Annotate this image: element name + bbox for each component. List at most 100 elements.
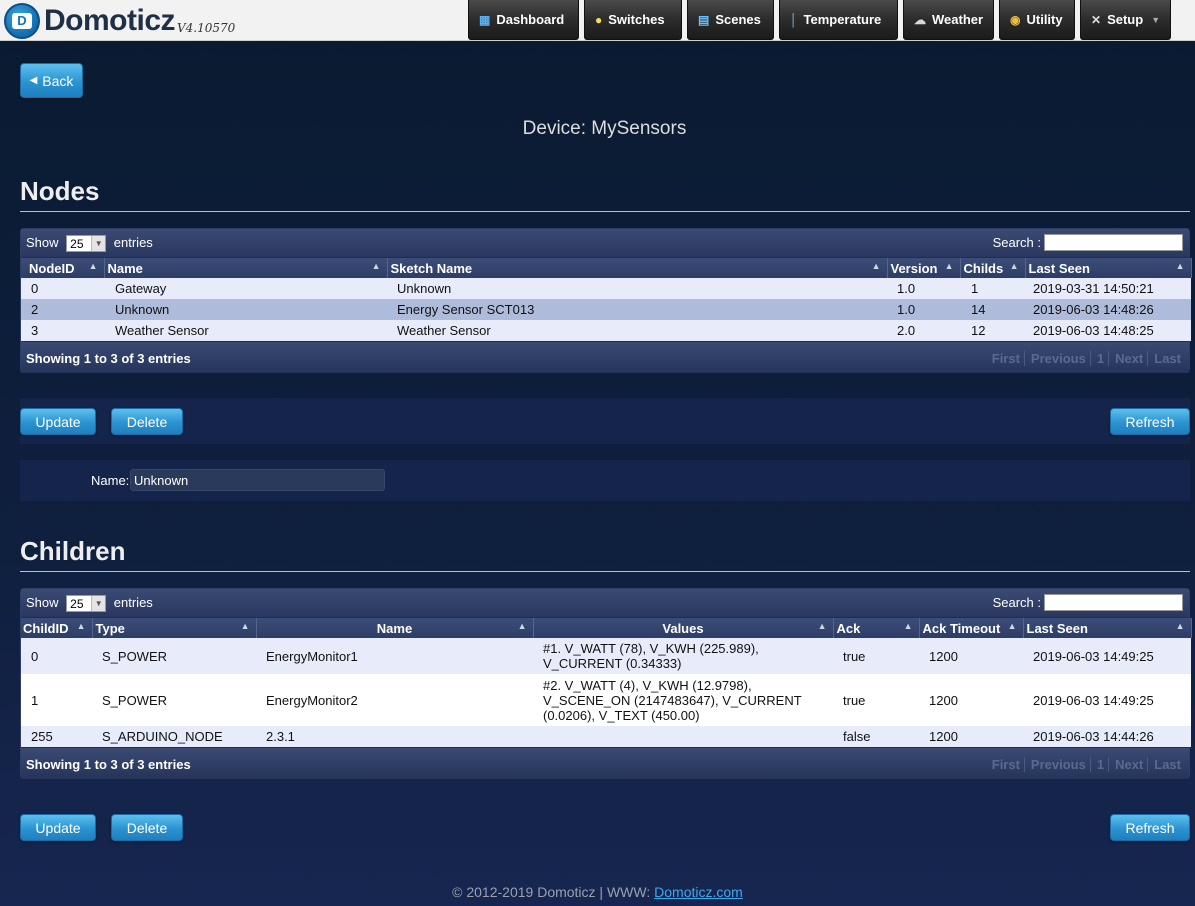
pager-previous[interactable]: Previous bbox=[1023, 351, 1086, 366]
sort-icon: ▲ bbox=[903, 621, 913, 631]
cell-sketch: Unknown bbox=[387, 278, 887, 299]
sort-icon: ▲ bbox=[88, 261, 98, 271]
sort-icon: ▲ bbox=[944, 261, 954, 271]
utility-icon: ◉ bbox=[1010, 12, 1021, 27]
cell-childid: 0 bbox=[21, 638, 92, 674]
children-refresh-button[interactable]: Refresh bbox=[1110, 814, 1190, 841]
cell-name: Weather Sensor bbox=[104, 320, 387, 341]
cell-values: #1. V_WATT (78), V_KWH (225.989), V_CURR… bbox=[533, 638, 833, 674]
scene-icon: ▤ bbox=[698, 12, 710, 27]
children-update-button[interactable]: Update bbox=[20, 814, 96, 841]
page-size-select[interactable]: 25 ▼ bbox=[66, 595, 107, 613]
table-header-row: NodeID ▲ Name ▲ Sketch Name ▲ Version ▲ Chil… bbox=[21, 258, 1192, 278]
cell-sketch: Energy Sensor SCT013 bbox=[387, 299, 887, 320]
nav-dashboard[interactable]: ▦ Dashboard bbox=[468, 0, 579, 40]
pager-last[interactable]: Last bbox=[1147, 351, 1181, 366]
cell-name: Gateway bbox=[104, 278, 387, 299]
pagination: First Previous 1 Next Last bbox=[982, 757, 1181, 772]
sort-icon: ▲ bbox=[1175, 261, 1185, 271]
search-input[interactable] bbox=[1044, 594, 1183, 611]
cell-last-seen: 2019-06-03 14:48:26 bbox=[1025, 299, 1191, 320]
col-nodeid[interactable]: NodeID ▲ bbox=[21, 258, 105, 278]
entries-label: entries bbox=[113, 235, 153, 250]
pager-previous[interactable]: Previous bbox=[1023, 757, 1086, 772]
node-name-field[interactable]: Unknown bbox=[130, 469, 385, 491]
app-logo[interactable]: D Domoticz V4.10570 bbox=[4, 2, 235, 40]
cell-childs: 14 bbox=[960, 299, 1025, 320]
show-label: Show bbox=[26, 595, 59, 610]
nodes-refresh-button[interactable]: Refresh bbox=[1110, 408, 1190, 435]
table-row[interactable]: 3 Weather Sensor Weather Sensor 2.0 12 2… bbox=[21, 320, 1191, 341]
cell-ack-timeout: 1200 bbox=[919, 726, 1023, 747]
sort-icon: ▲ bbox=[1007, 621, 1017, 631]
col-name[interactable]: Name ▲ bbox=[256, 618, 534, 638]
table-row[interactable]: 0 S_POWER EnergyMonitor1 #1. V_WATT (78)… bbox=[21, 638, 1191, 674]
table-row[interactable]: 255 S_ARDUINO_NODE 2.3.1 false 1200 2019… bbox=[21, 726, 1191, 747]
device-title: Device: MySensors bbox=[522, 118, 687, 139]
nav-temperature[interactable]: │ Temperature bbox=[779, 0, 898, 40]
app-version: V4.10570 bbox=[177, 21, 236, 35]
children-delete-button[interactable]: Delete bbox=[111, 814, 183, 841]
search-label: Search : bbox=[992, 235, 1041, 250]
pager-first[interactable]: First bbox=[992, 351, 1020, 366]
cell-last-seen: 2019-03-31 14:50:21 bbox=[1025, 278, 1191, 299]
col-values[interactable]: Values ▲ bbox=[533, 618, 834, 638]
cell-name: 2.3.1 bbox=[256, 726, 533, 747]
thermometer-icon: │ bbox=[790, 12, 798, 27]
page-size-select[interactable]: 25 ▼ bbox=[66, 235, 107, 253]
pager-last[interactable]: Last bbox=[1147, 757, 1181, 772]
cell-last-seen: 2019-06-03 14:49:25 bbox=[1023, 674, 1191, 726]
table-row[interactable]: 2 Unknown Energy Sensor SCT013 1.0 14 20… bbox=[21, 299, 1191, 320]
table-row[interactable]: 1 S_POWER EnergyMonitor2 #2. V_WATT (4),… bbox=[21, 674, 1191, 726]
col-last-seen[interactable]: Last Seen ▲ bbox=[1025, 258, 1192, 278]
cell-version: 2.0 bbox=[887, 320, 960, 341]
pager-first[interactable]: First bbox=[992, 757, 1020, 772]
col-sketch-name[interactable]: Sketch Name ▲ bbox=[387, 258, 888, 278]
nodes-search: Search : bbox=[993, 234, 1183, 251]
children-heading: Children bbox=[20, 536, 126, 566]
pager-page-1[interactable]: 1 bbox=[1089, 757, 1104, 772]
col-version[interactable]: Version ▲ bbox=[887, 258, 961, 278]
col-ack-timeout[interactable]: Ack Timeout ▲ bbox=[919, 618, 1024, 638]
col-last-seen[interactable]: Last Seen ▲ bbox=[1023, 618, 1192, 638]
col-ack[interactable]: Ack ▲ bbox=[833, 618, 920, 638]
nav-scenes[interactable]: ▤ Scenes bbox=[687, 0, 774, 40]
cell-name: Unknown bbox=[104, 299, 387, 320]
back-button[interactable]: ◀ Back bbox=[20, 63, 83, 98]
nav-weather[interactable]: ☁ Weather bbox=[903, 0, 994, 40]
cell-childs: 1 bbox=[960, 278, 1025, 299]
col-name[interactable]: Name ▲ bbox=[104, 258, 388, 278]
sort-icon: ▲ bbox=[817, 621, 827, 631]
chevron-left-icon: ◀ bbox=[29, 75, 38, 86]
sort-icon: ▲ bbox=[240, 621, 250, 631]
col-childid[interactable]: ChildID ▲ bbox=[21, 618, 93, 638]
children-table-toolbar: Show 25 ▼ entries Search : bbox=[21, 589, 1189, 617]
table-row[interactable]: 0 Gateway Unknown 1.0 1 2019-03-31 14:50… bbox=[21, 278, 1191, 299]
pager-page-1[interactable]: 1 bbox=[1089, 351, 1104, 366]
cell-values: #2. V_WATT (4), V_KWH (12.9798), V_SCENE… bbox=[533, 674, 833, 726]
cell-ack: false bbox=[833, 726, 919, 747]
search-input[interactable] bbox=[1044, 234, 1183, 251]
cell-ack: true bbox=[833, 638, 919, 674]
entries-label: entries bbox=[113, 595, 153, 610]
nodes-delete-button[interactable]: Delete bbox=[111, 408, 183, 435]
pager-next[interactable]: Next bbox=[1108, 351, 1143, 366]
nav-switches[interactable]: ● Switches bbox=[584, 0, 682, 40]
chevron-down-icon: ▼ bbox=[91, 596, 106, 612]
sort-icon: ▲ bbox=[517, 621, 527, 631]
col-type[interactable]: Type ▲ bbox=[92, 618, 257, 638]
nav-utility[interactable]: ◉ Utility bbox=[999, 0, 1075, 40]
col-childs[interactable]: Childs ▲ bbox=[960, 258, 1026, 278]
wrench-icon: ✕ bbox=[1091, 12, 1102, 27]
cell-childid: 255 bbox=[21, 726, 92, 747]
page-size-value: 25 bbox=[70, 237, 84, 252]
showing-info: Showing 1 to 3 of 3 entries bbox=[26, 757, 191, 772]
nav-weather-label: Weather bbox=[932, 12, 984, 27]
nav-setup[interactable]: ✕ Setup ▼ bbox=[1080, 0, 1171, 40]
footer-text: © 2012-2019 Domoticz | WWW: bbox=[452, 884, 655, 900]
footer-link[interactable]: Domoticz.com bbox=[654, 884, 743, 900]
nodes-update-button[interactable]: Update bbox=[20, 408, 96, 435]
cell-values bbox=[533, 726, 833, 747]
pager-next[interactable]: Next bbox=[1108, 757, 1143, 772]
cell-type: S_ARDUINO_NODE bbox=[92, 726, 256, 747]
